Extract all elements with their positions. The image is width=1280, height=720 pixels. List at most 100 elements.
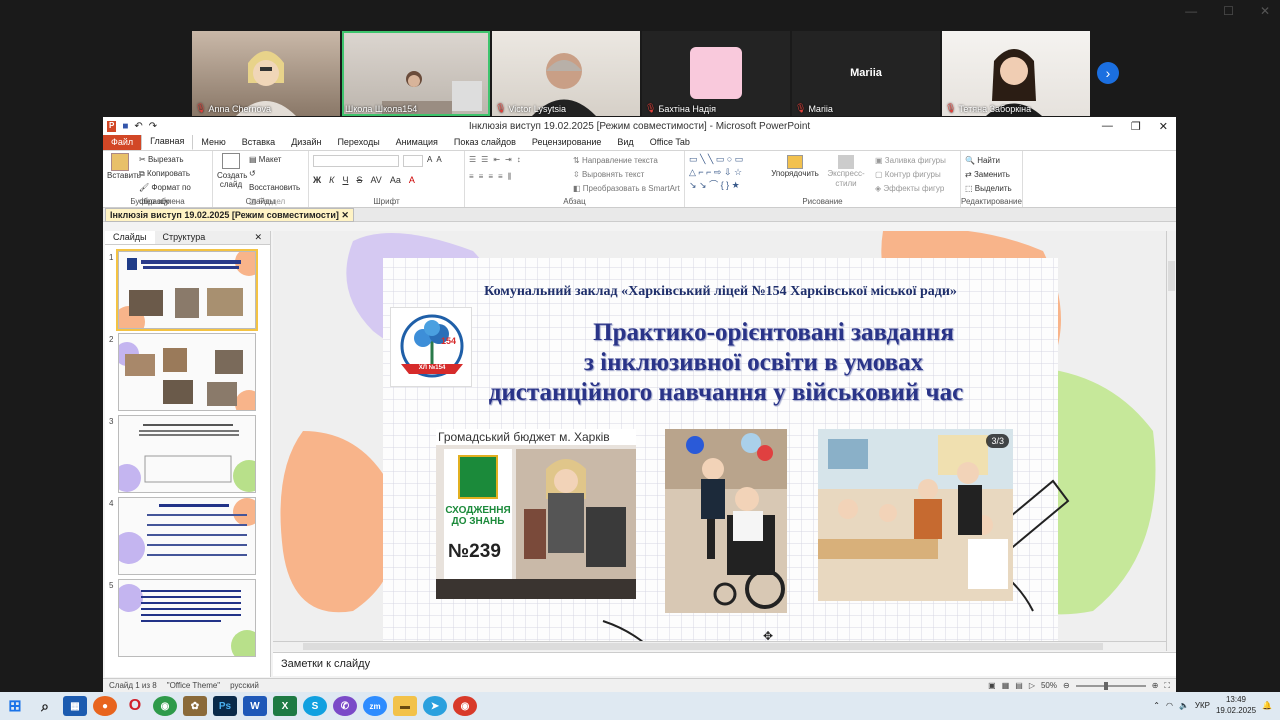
quick-styles-button[interactable]: Экспресс-стили [821, 155, 871, 189]
tab-home[interactable]: Главная [141, 133, 194, 150]
font-color-icon[interactable]: A [409, 175, 415, 185]
notifications-icon[interactable]: 🔔 [1262, 701, 1272, 710]
explorer-icon[interactable]: ▬ [393, 696, 417, 716]
arrange-button[interactable]: Упорядочить [771, 155, 819, 179]
file-manager-icon[interactable]: ▦ [63, 696, 87, 716]
align-right-icon[interactable]: ≡ [488, 172, 493, 182]
gimp-icon[interactable]: ✿ [183, 696, 207, 716]
layout-button[interactable]: ▤ Макет [249, 153, 308, 167]
normal-view-icon[interactable]: ▣ [988, 681, 996, 690]
tab-office-tab[interactable]: Office Tab [642, 135, 698, 150]
zoom-in-icon[interactable]: ⊕ [1152, 681, 1159, 690]
keyboard-language[interactable]: УКР [1195, 701, 1210, 710]
minimize-icon[interactable]: — [1102, 120, 1113, 133]
strike-icon[interactable]: S [356, 175, 362, 185]
tab-animation[interactable]: Анимация [388, 135, 446, 150]
slide-thumbnail[interactable] [118, 579, 256, 657]
slide-thumbnail[interactable] [116, 249, 258, 331]
italic-icon[interactable]: К [329, 175, 334, 185]
save-icon[interactable]: ■ [122, 121, 128, 132]
participant-tile[interactable]: Mariia 🎙 Mariia [792, 31, 940, 116]
photoshop-icon[interactable]: Ps [213, 696, 237, 716]
align-text-button[interactable]: ⇳ Выровнять текст [573, 168, 680, 182]
tab-insert[interactable]: Вставка [234, 135, 283, 150]
slide-editor[interactable]: Комунальний заклад «Харківський ліцей №1… [273, 231, 1168, 651]
close-icon[interactable]: ✕ [1159, 120, 1168, 133]
undo-icon[interactable]: ↶ [134, 121, 142, 132]
slide-thumbnail[interactable] [118, 497, 256, 575]
clock[interactable]: 13:49 19.02.2025 [1216, 694, 1256, 716]
volume-icon[interactable]: 🔈 [1179, 701, 1189, 710]
document-tab[interactable]: Інклюзія виступ 19.02.2025 [Режим совмес… [105, 207, 354, 222]
participant-tile[interactable]: 🎙 Тетяна Заборкіна [942, 31, 1090, 116]
chrome-icon[interactable]: ◉ [153, 696, 177, 716]
align-center-icon[interactable]: ≡ [479, 172, 484, 182]
shape-outline-button[interactable]: ▢ Контур фигуры [875, 168, 946, 182]
shape-effects-button[interactable]: ◈ Эффекты фигур [875, 182, 946, 196]
opera-icon[interactable]: O [123, 696, 147, 716]
tray-expand-icon[interactable]: ⌃ [1153, 701, 1160, 710]
tab-slides[interactable]: Слайды [105, 231, 155, 244]
sorter-view-icon[interactable]: ▦ [1002, 681, 1010, 690]
windows-start-icon[interactable]: ⊞ [3, 696, 27, 716]
excel-icon[interactable]: X [273, 696, 297, 716]
tab-outline[interactable]: Структура [155, 231, 214, 244]
outdent-icon[interactable]: ⇥ [505, 155, 512, 164]
chrome-icon[interactable]: ◉ [453, 696, 477, 716]
maximize-icon[interactable]: ☐ [1223, 4, 1234, 18]
find-button[interactable]: 🔍 Найти [965, 154, 1018, 168]
vertical-scrollbar[interactable] [1166, 231, 1176, 651]
wifi-icon[interactable]: ◠ [1166, 701, 1173, 710]
close-icon[interactable]: ✕ [1260, 4, 1270, 18]
slideshow-view-icon[interactable]: ▷ [1029, 681, 1035, 690]
underline-icon[interactable]: Ч [342, 175, 348, 185]
paste-button[interactable]: Вставить [107, 153, 141, 180]
tab-slideshow[interactable]: Показ слайдов [446, 135, 524, 150]
columns-icon[interactable]: ⫼ [508, 172, 512, 182]
slide-thumbnail[interactable] [118, 415, 256, 493]
tab-review[interactable]: Рецензирование [524, 135, 610, 150]
numbering-icon[interactable]: ☰ [481, 155, 488, 164]
notes-pane[interactable]: Заметки к слайду [273, 652, 1176, 676]
grow-font-icon[interactable]: A [427, 155, 432, 167]
bullets-icon[interactable]: ☰ [469, 155, 476, 164]
next-participants-button[interactable]: › [1097, 62, 1119, 84]
tab-design[interactable]: Дизайн [283, 135, 329, 150]
smartart-button[interactable]: ◧ Преобразовать в SmartArt [573, 182, 680, 196]
bold-icon[interactable]: Ж [313, 175, 321, 185]
participant-tile[interactable]: Школа Школа154 [342, 31, 490, 116]
reset-button[interactable]: ↺ Восстановить [249, 167, 308, 195]
word-icon[interactable]: W [243, 696, 267, 716]
scroll-thumb[interactable] [303, 643, 1103, 650]
firefox-icon[interactable]: ● [93, 696, 117, 716]
telegram-icon[interactable]: ➤ [423, 696, 447, 716]
close-icon[interactable]: ✕ [341, 210, 349, 220]
tab-transitions[interactable]: Переходы [329, 135, 387, 150]
shrink-font-icon[interactable]: A [436, 155, 441, 167]
text-direction-button[interactable]: ⇅ Направление текста [573, 154, 680, 168]
replace-button[interactable]: ⇄ Заменить [965, 168, 1018, 182]
shape-fill-button[interactable]: ▣ Заливка фигуры [875, 154, 946, 168]
line-spacing-icon[interactable]: ↕ [517, 155, 521, 164]
case-icon[interactable]: Aa [390, 175, 401, 185]
tab-menu[interactable]: Меню [193, 135, 233, 150]
zoom-icon[interactable]: zm [363, 696, 387, 716]
horizontal-scrollbar[interactable] [273, 641, 1168, 651]
tab-file[interactable]: Файл [103, 135, 142, 150]
reading-view-icon[interactable]: ▤ [1015, 681, 1023, 690]
font-family-select[interactable] [313, 155, 399, 167]
minimize-icon[interactable]: — [1185, 4, 1197, 18]
shapes-gallery[interactable]: ▭ ╲ ╲ ▭ ○ ▭ △ ⌐ ⌐ ⇨ ⇩ ☆ ↘ ↘ ⌒ { } ★ [689, 153, 769, 192]
font-size-select[interactable] [403, 155, 423, 167]
tab-view[interactable]: Вид [609, 135, 641, 150]
indent-icon[interactable]: ⇤ [493, 155, 500, 164]
scroll-thumb[interactable] [1168, 261, 1175, 291]
zoom-slider-thumb[interactable] [1103, 681, 1108, 690]
skype-icon[interactable]: S [303, 696, 327, 716]
participant-tile[interactable]: 🎙 Victor Lysytsia [492, 31, 640, 116]
close-icon[interactable]: ✕ [246, 231, 270, 244]
justify-icon[interactable]: ≡ [498, 172, 503, 182]
fit-slide-icon[interactable]: ⛶ [1164, 681, 1170, 691]
zoom-out-icon[interactable]: ⊖ [1063, 681, 1070, 690]
zoom-slider[interactable] [1075, 681, 1146, 690]
